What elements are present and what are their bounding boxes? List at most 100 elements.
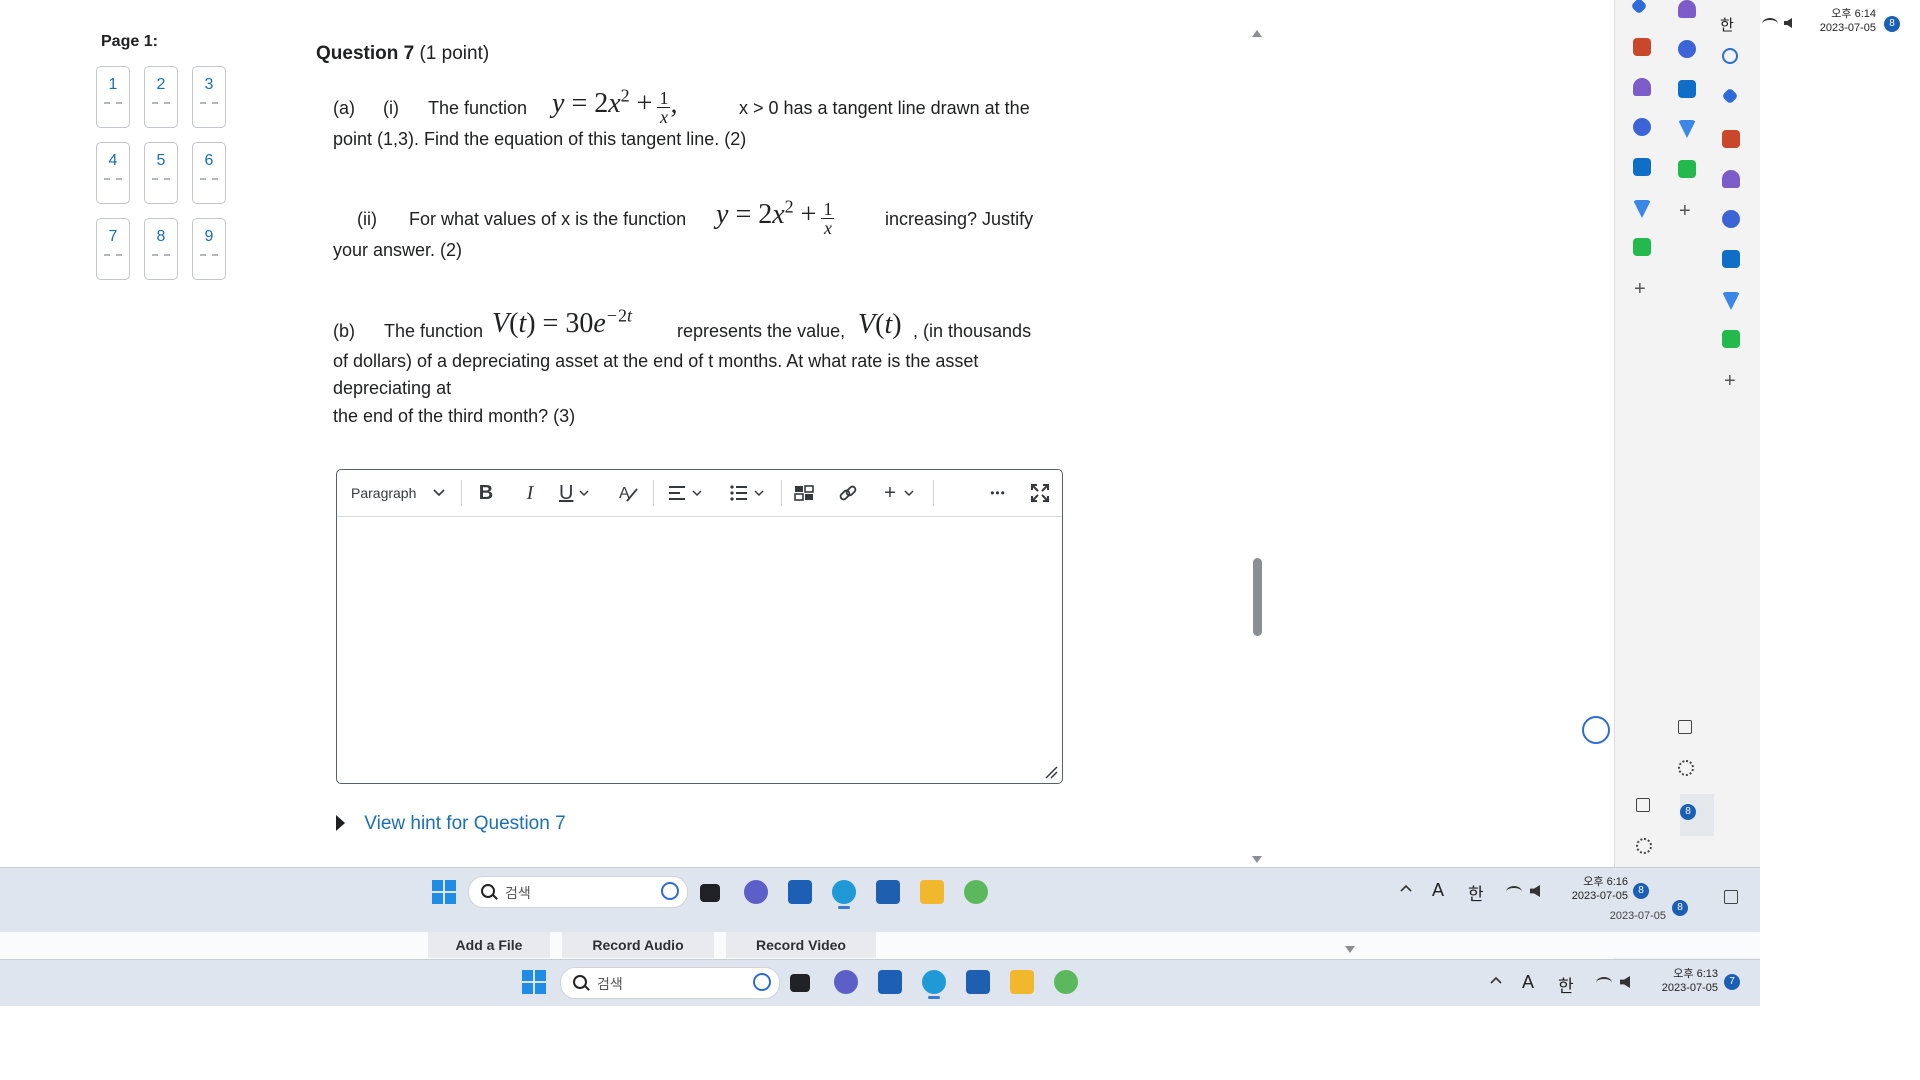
question-nav-5[interactable]: 5 xyxy=(144,142,178,204)
question-nav-4[interactable]: 4 xyxy=(96,142,130,204)
chevron-up-icon[interactable] xyxy=(1400,884,1412,892)
insert-menu-button[interactable]: + xyxy=(877,480,921,506)
wifi-icon[interactable] xyxy=(1506,886,1522,898)
chess-icon[interactable] xyxy=(1678,0,1696,18)
scroll-down-arrow-icon[interactable] xyxy=(1252,856,1262,863)
store-icon[interactable] xyxy=(788,880,812,904)
resize-handle-icon[interactable] xyxy=(1044,765,1058,779)
outlook-icon[interactable] xyxy=(1722,250,1740,268)
chess-icon[interactable] xyxy=(1633,78,1651,96)
settings-gear-icon[interactable] xyxy=(1636,838,1652,854)
copilot-icon[interactable] xyxy=(1633,118,1651,136)
copilot-icon[interactable] xyxy=(1678,40,1696,58)
ime-a-indicator[interactable]: A xyxy=(1522,972,1534,993)
task-view-icon[interactable] xyxy=(700,884,720,902)
ime-han-indicator[interactable]: 한 xyxy=(1720,14,1734,35)
question-status-dash xyxy=(104,102,122,104)
strikethrough-format-icon[interactable]: A xyxy=(615,480,641,506)
question-nav-6[interactable]: 6 xyxy=(192,142,226,204)
edge-icon[interactable] xyxy=(832,880,856,904)
ime-han-indicator[interactable]: 한 xyxy=(1468,880,1484,905)
notification-badge: 7 xyxy=(1724,974,1740,990)
copilot-icon[interactable] xyxy=(1722,210,1740,228)
globe-app-icon[interactable] xyxy=(964,880,988,904)
ime-han-indicator[interactable]: 한 xyxy=(1558,972,1574,997)
clock-top[interactable]: 오후 6:14 2023-07-05 xyxy=(1790,7,1876,35)
part-a-ii-text1: For what values of x is the function xyxy=(409,209,687,229)
search-icon[interactable] xyxy=(1722,48,1738,64)
wifi-icon[interactable] xyxy=(1596,977,1612,989)
taskbar-search-input[interactable]: 검색 xyxy=(468,876,688,908)
question-nav-2[interactable]: 2 xyxy=(144,66,178,128)
scroll-up-arrow-icon[interactable] xyxy=(1252,30,1262,37)
outlook-icon[interactable] xyxy=(1678,80,1696,98)
wifi-icon[interactable] xyxy=(1762,18,1778,30)
app-icon[interactable] xyxy=(1633,238,1651,256)
sidebar-panel-icon[interactable] xyxy=(1636,798,1650,812)
teams-chat-icon[interactable] xyxy=(834,970,858,994)
ime-a-indicator[interactable]: A xyxy=(1432,880,1444,901)
more-options-button[interactable]: ••• xyxy=(985,480,1011,506)
answer-text-area[interactable] xyxy=(337,517,1062,783)
view-hint-link[interactable]: View hint for Question 7 xyxy=(336,813,566,835)
add-icon[interactable]: + xyxy=(1634,279,1646,299)
italic-button[interactable]: I xyxy=(517,480,543,506)
scrollbar-thumb[interactable] xyxy=(1253,558,1262,636)
outlook-icon[interactable] xyxy=(1633,158,1651,176)
app-icon[interactable] xyxy=(1722,330,1740,348)
word-icon[interactable] xyxy=(876,880,900,904)
align-menu-button[interactable] xyxy=(663,480,707,506)
add-icon[interactable]: + xyxy=(1679,201,1691,221)
question-nav-8[interactable]: 8 xyxy=(144,218,178,280)
windows-start-icon[interactable] xyxy=(432,880,456,904)
insert-link-icon[interactable] xyxy=(835,480,861,506)
taskbar-search-input[interactable]: 검색 xyxy=(560,967,780,999)
file-explorer-icon[interactable] xyxy=(1010,970,1034,994)
clock-bottom[interactable]: 오후 6:13 2023-07-05 xyxy=(1636,967,1718,995)
file-explorer-icon[interactable] xyxy=(920,880,944,904)
app-icon[interactable] xyxy=(1678,160,1696,178)
word-icon[interactable] xyxy=(966,970,990,994)
record-audio-button[interactable]: Record Audio xyxy=(562,932,714,958)
add-file-button[interactable]: Add a File xyxy=(428,932,550,958)
question-nav-7[interactable]: 7 xyxy=(96,218,130,280)
insert-media-icon[interactable] xyxy=(791,480,817,506)
scroll-down-arrow-icon[interactable] xyxy=(1345,946,1355,953)
record-video-button[interactable]: Record Video xyxy=(726,932,876,958)
edge-icon[interactable] xyxy=(922,970,946,994)
list-menu-button[interactable] xyxy=(725,480,769,506)
chevron-down-icon xyxy=(433,489,445,497)
add-icon[interactable]: + xyxy=(1724,371,1736,391)
sidebar-panel-icon[interactable] xyxy=(1724,890,1738,904)
search-placeholder: 검색 xyxy=(505,885,531,901)
toolbox-icon[interactable] xyxy=(1722,130,1740,148)
settings-gear-icon[interactable] xyxy=(1678,760,1694,776)
windows-start-icon[interactable] xyxy=(522,970,546,994)
chess-icon[interactable] xyxy=(1722,170,1740,188)
part-a-i-text3: point (1,3). Find the equation of this t… xyxy=(333,129,747,149)
formula-y-2x2-plus-1-over-x-ii: y = 2x2 + 1x xyxy=(716,197,835,239)
sidebar-panel-icon[interactable] xyxy=(1678,720,1692,734)
assistant-face-icon[interactable] xyxy=(1582,716,1610,744)
bing-icon[interactable] xyxy=(661,882,679,900)
formula-y-2x2-plus-1-over-x: y = 2x2 + 1x, xyxy=(552,86,678,128)
bold-button[interactable]: B xyxy=(473,480,499,506)
fullscreen-icon[interactable] xyxy=(1027,480,1053,506)
underline-button[interactable]: U xyxy=(559,480,603,506)
task-view-icon[interactable] xyxy=(790,974,810,992)
notification-badge: 8 xyxy=(1633,883,1649,899)
chevron-down-icon xyxy=(579,489,589,496)
globe-app-icon[interactable] xyxy=(1054,970,1078,994)
editor-toolbar: Paragraph B I U A + ••• xyxy=(337,470,1062,517)
clock-date: 2023-07-05 xyxy=(1571,890,1628,902)
chevron-up-icon[interactable] xyxy=(1490,976,1502,984)
question-nav-9[interactable]: 9 xyxy=(192,218,226,280)
clock-main[interactable]: 오후 6:16 2023-07-05 xyxy=(1548,875,1628,903)
toolbox-icon[interactable] xyxy=(1633,38,1651,56)
teams-chat-icon[interactable] xyxy=(744,880,768,904)
store-icon[interactable] xyxy=(878,970,902,994)
bing-icon[interactable] xyxy=(753,973,771,991)
question-nav-3[interactable]: 3 xyxy=(192,66,226,128)
paragraph-format-select[interactable]: Paragraph xyxy=(351,480,451,506)
question-nav-1[interactable]: 1 xyxy=(96,66,130,128)
